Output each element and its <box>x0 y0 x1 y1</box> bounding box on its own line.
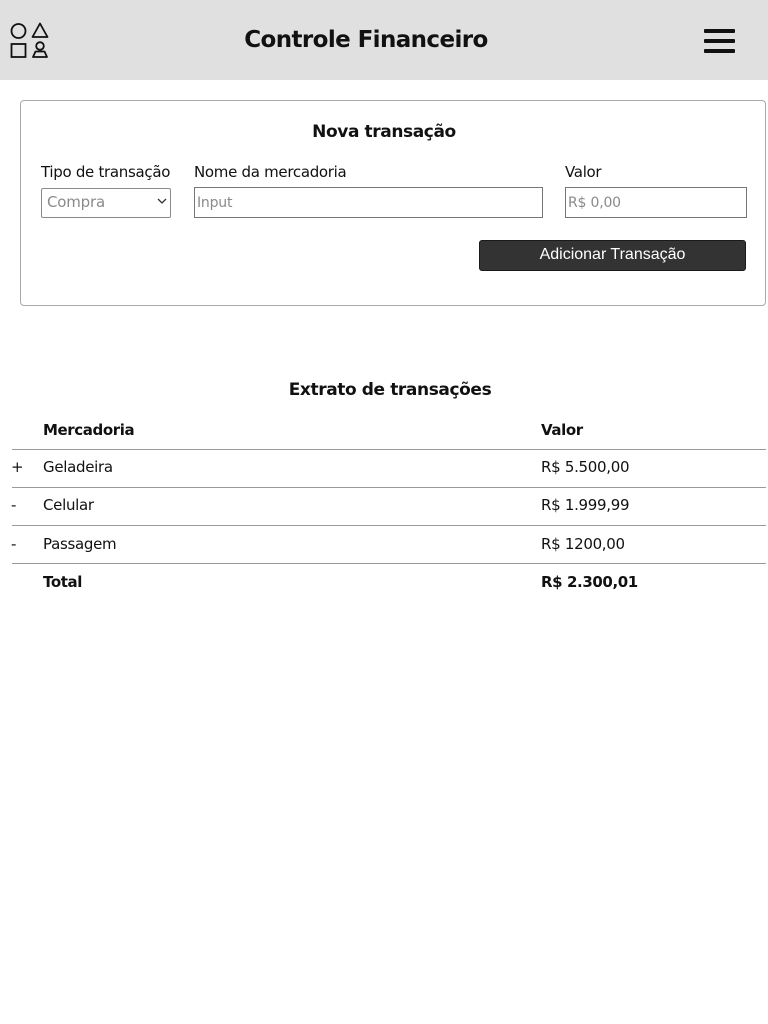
table-divider <box>12 563 766 564</box>
transaction-type-label: Tipo de transação <box>41 163 171 181</box>
item-name: Celular <box>43 496 94 514</box>
total-label: Total <box>43 573 82 591</box>
column-header-value: Valor <box>541 421 583 439</box>
transaction-sign: - <box>11 535 17 553</box>
transaction-type-select[interactable]: Compra <box>41 188 171 218</box>
chevron-down-icon <box>157 198 167 204</box>
item-value: R$ 1200,00 <box>541 535 625 553</box>
table-divider <box>12 525 766 526</box>
table-divider <box>12 449 766 450</box>
item-name-input[interactable] <box>194 187 543 218</box>
column-header-item: Mercadoria <box>43 421 135 439</box>
item-value: R$ 1.999,99 <box>541 496 630 514</box>
transaction-type-value: Compra <box>47 193 105 211</box>
transaction-sign: - <box>11 496 17 514</box>
item-name-label: Nome da mercadoria <box>194 163 347 181</box>
item-value: R$ 5.500,00 <box>541 458 630 476</box>
hamburger-menu-icon[interactable] <box>702 26 736 56</box>
value-input[interactable] <box>565 187 747 218</box>
add-transaction-button[interactable]: Adicionar Transação <box>479 240 746 271</box>
statement-title: Extrato de transações <box>288 380 492 400</box>
item-name: Passagem <box>43 535 117 553</box>
item-name: Geladeira <box>43 458 113 476</box>
transaction-sign: + <box>11 458 24 476</box>
total-value: R$ 2.300,01 <box>541 573 638 591</box>
table-divider <box>12 487 766 488</box>
value-label: Valor <box>565 163 602 181</box>
app-header: Controle Financeiro <box>0 0 768 80</box>
new-transaction-title: Nova transação <box>312 122 456 142</box>
app-title: Controle Financeiro <box>244 27 488 53</box>
